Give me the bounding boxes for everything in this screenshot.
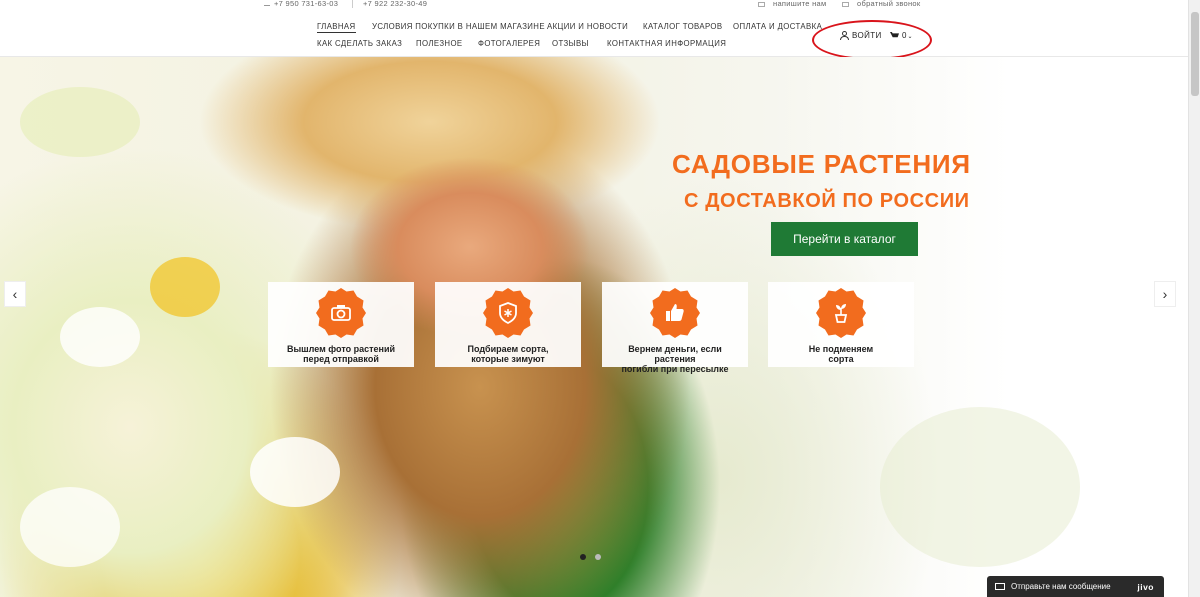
- chat-widget[interactable]: Отправьте нам сообщение jivo: [987, 576, 1164, 597]
- nav-purchase-terms[interactable]: Условия покупки в нашем магазине: [372, 22, 545, 31]
- go-to-catalog-button[interactable]: Перейти в каталог: [771, 222, 918, 256]
- camera-icon: [316, 288, 366, 338]
- decorative-leaf: [880, 407, 1080, 567]
- feature-card-winter: Подбираем сорта, которые зимуют: [435, 282, 581, 367]
- nav-useful[interactable]: Полезное: [416, 39, 463, 48]
- slider-prev-button[interactable]: ‹: [4, 281, 26, 307]
- feature-card-photo: Вышлем фото растений перед отправкой: [268, 282, 414, 367]
- feature-card-variety: Не подменяем сорта: [768, 282, 914, 367]
- thumbs-up-icon: [650, 288, 700, 338]
- nav-how-to-order[interactable]: Как сделать заказ: [317, 39, 402, 48]
- hero-slider: САДОВЫЕ РАСТЕНИЯ С ДОСТАВКОЙ ПО РОССИИ П…: [0, 57, 1188, 597]
- callback-link[interactable]: обратный звонок: [842, 0, 921, 8]
- slider-dot-active[interactable]: [580, 554, 586, 560]
- nav-gallery[interactable]: Фотогалерея: [478, 39, 540, 48]
- slider-next-button[interactable]: ›: [1154, 281, 1176, 307]
- chat-icon: [995, 583, 1005, 590]
- decorative-flower: [20, 487, 120, 567]
- hero-subtitle: С ДОСТАВКОЙ ПО РОССИИ: [684, 190, 970, 212]
- decorative-flower: [250, 437, 340, 507]
- nav-payment-delivery[interactable]: Оплата и доставка: [733, 22, 822, 31]
- page-scrollbar[interactable]: [1188, 0, 1200, 597]
- scrollbar-thumb[interactable]: [1191, 12, 1199, 96]
- divider: [352, 0, 353, 8]
- hero-title: САДОВЫЕ РАСТЕНИЯ: [672, 149, 971, 179]
- phone-2[interactable]: +7 922 232-30-49: [363, 0, 427, 8]
- annotation-ellipse: [812, 20, 932, 60]
- top-contact-bar: +7 950 731-63-03 +7 922 232-30-49 напиши…: [0, 0, 1188, 10]
- mail-icon: [758, 1, 765, 7]
- decorative-leaf: [20, 87, 140, 157]
- phone-icon: [264, 0, 270, 6]
- nav-contacts[interactable]: Контактная информация: [607, 39, 726, 48]
- slider-dot[interactable]: [595, 554, 601, 560]
- nav-home[interactable]: Главная: [317, 22, 356, 33]
- nav-promotions[interactable]: Акции и новости: [547, 22, 628, 31]
- decorative-sunflower: [150, 257, 220, 317]
- site-header: Главная Условия покупки в нашем магазине…: [0, 10, 1188, 57]
- potted-plant-icon: [816, 288, 866, 338]
- nav-catalog[interactable]: Каталог товаров: [643, 22, 723, 31]
- snowflake-shield-icon: [483, 288, 533, 338]
- phone-callback-icon: [842, 1, 849, 7]
- nav-reviews[interactable]: Отзывы: [552, 39, 589, 48]
- decorative-flower: [60, 307, 140, 367]
- phone-1[interactable]: +7 950 731-63-03: [264, 0, 338, 8]
- write-us-link[interactable]: напишите нам: [758, 0, 826, 8]
- feature-card-refund: Вернем деньги, если растения погибли при …: [602, 282, 748, 374]
